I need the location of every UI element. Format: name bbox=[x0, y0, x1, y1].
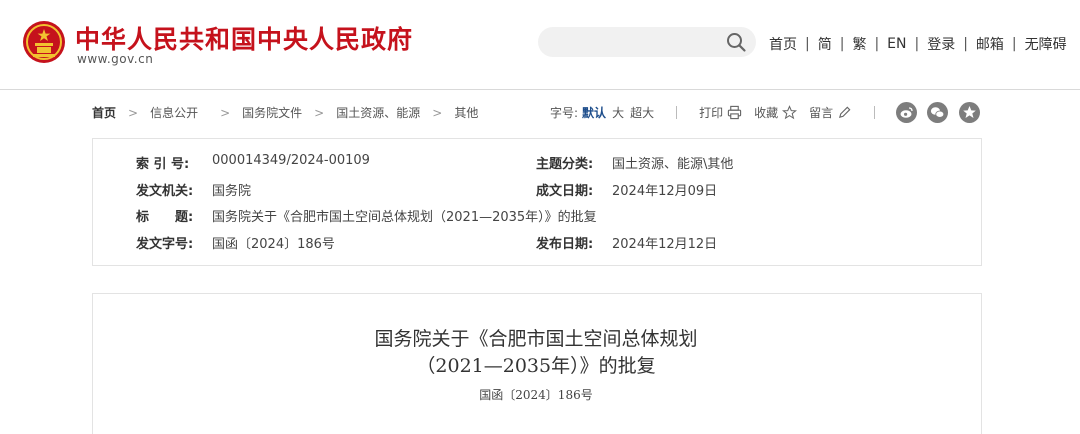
font-size-default[interactable]: 默认 bbox=[582, 104, 606, 121]
search-icon[interactable] bbox=[725, 31, 747, 53]
breadcrumb-home[interactable]: 首页 bbox=[92, 104, 116, 121]
favorite-button[interactable]: 收藏 bbox=[754, 104, 798, 121]
print-label: 打印 bbox=[699, 106, 724, 120]
header-divider bbox=[0, 89, 1080, 90]
nav-english[interactable]: EN bbox=[887, 36, 906, 52]
wechat-share-button[interactable] bbox=[927, 102, 948, 123]
weibo-share-button[interactable] bbox=[896, 102, 917, 123]
issuer-value: 国务院 bbox=[212, 184, 252, 199]
printer-icon bbox=[727, 105, 742, 120]
font-size-label: 字号: bbox=[550, 106, 579, 120]
breadcrumb-other[interactable]: 其他 bbox=[454, 104, 478, 121]
toolbar-divider bbox=[676, 106, 678, 119]
category-value: 国土资源、能源\其他 bbox=[612, 157, 734, 172]
nav-separator: | bbox=[914, 36, 920, 52]
nav-separator: | bbox=[874, 36, 880, 52]
nav-separator: | bbox=[963, 36, 968, 52]
comment-button[interactable]: 留言 bbox=[809, 104, 852, 121]
created-date-label: 成文日期: bbox=[536, 184, 594, 199]
chevron-right-icon: > bbox=[220, 105, 231, 120]
favorite-label: 收藏 bbox=[754, 106, 779, 120]
title-value: 国务院关于《合肥市国土空间总体规划（2021—2035年）》的批复 bbox=[212, 210, 597, 225]
article-toolbar: 字号: 默认 大 超大 打印 收藏 留言 bbox=[550, 104, 897, 121]
search-input[interactable] bbox=[552, 31, 716, 55]
nav-accessibility[interactable]: 无障碍 bbox=[1025, 34, 1067, 54]
nav-home[interactable]: 首页 bbox=[769, 34, 797, 54]
weibo-icon bbox=[900, 107, 913, 118]
star-icon bbox=[782, 105, 798, 120]
nav-traditional[interactable]: 繁 bbox=[852, 34, 866, 54]
breadcrumb-land-energy[interactable]: 国土资源、能源 bbox=[336, 104, 420, 121]
wechat-icon bbox=[930, 107, 945, 118]
font-size-xlarge[interactable]: 超大 bbox=[630, 104, 654, 121]
site-title[interactable]: 中华人民共和国中央人民政府 bbox=[75, 20, 413, 56]
national-emblem-icon[interactable] bbox=[22, 20, 66, 64]
index-number-value: 000014349/2024-00109 bbox=[212, 153, 370, 168]
font-size-large[interactable]: 大 bbox=[612, 104, 624, 121]
chevron-right-icon: > bbox=[432, 105, 443, 120]
published-date-value: 2024年12月12日 bbox=[612, 237, 718, 252]
chevron-right-icon: > bbox=[314, 105, 325, 120]
doc-number-value: 国函〔2024〕186号 bbox=[212, 237, 335, 252]
article-doc-number: 国函〔2024〕186号 bbox=[479, 388, 593, 402]
breadcrumb-info-public[interactable]: 信息公开 bbox=[150, 104, 198, 121]
pencil-icon bbox=[839, 106, 851, 119]
top-nav: 首页 | 简 | 繁 | EN | 登录 | 邮箱 | 无障碍 bbox=[769, 34, 1067, 54]
doc-number-label: 发文字号: bbox=[136, 237, 194, 252]
nav-login[interactable]: 登录 bbox=[927, 34, 955, 54]
more-share-button[interactable] bbox=[959, 102, 980, 123]
issuer-label: 发文机关: bbox=[136, 184, 194, 199]
comment-label: 留言 bbox=[809, 106, 834, 120]
breadcrumb-state-council-docs[interactable]: 国务院文件 bbox=[242, 104, 302, 121]
article-title-line-2: （2021—2035年）》的批复 bbox=[416, 355, 656, 377]
nav-separator: | bbox=[805, 36, 810, 52]
print-button[interactable]: 打印 bbox=[699, 104, 742, 121]
nav-simplified[interactable]: 简 bbox=[818, 34, 832, 54]
title-label: 标 题: bbox=[136, 210, 194, 225]
more-share-icon bbox=[963, 106, 976, 118]
index-number-label: 索 引 号: bbox=[136, 157, 190, 172]
nav-separator: | bbox=[839, 36, 845, 52]
created-date-value: 2024年12月09日 bbox=[612, 184, 718, 199]
toolbar-divider bbox=[874, 106, 876, 119]
breadcrumb: 首页 > 信息公开 > 国务院文件 > 国土资源、能源 > 其他 bbox=[92, 104, 478, 121]
site-header: 中华人民共和国中央人民政府 www.gov.cn 首页 | 简 | 繁 | EN… bbox=[0, 0, 1080, 90]
site-domain: www.gov.cn bbox=[77, 52, 154, 66]
nav-mail[interactable]: 邮箱 bbox=[976, 34, 1004, 54]
article-title-line-1: 国务院关于《合肥市国土空间总体规划 bbox=[374, 328, 698, 350]
published-date-label: 发布日期: bbox=[536, 237, 594, 252]
nav-separator: | bbox=[1011, 36, 1017, 52]
article-title: 国务院关于《合肥市国土空间总体规划 （2021—2035年）》的批复 bbox=[0, 326, 1072, 380]
category-label: 主题分类: bbox=[536, 157, 594, 172]
chevron-right-icon: > bbox=[128, 105, 139, 120]
